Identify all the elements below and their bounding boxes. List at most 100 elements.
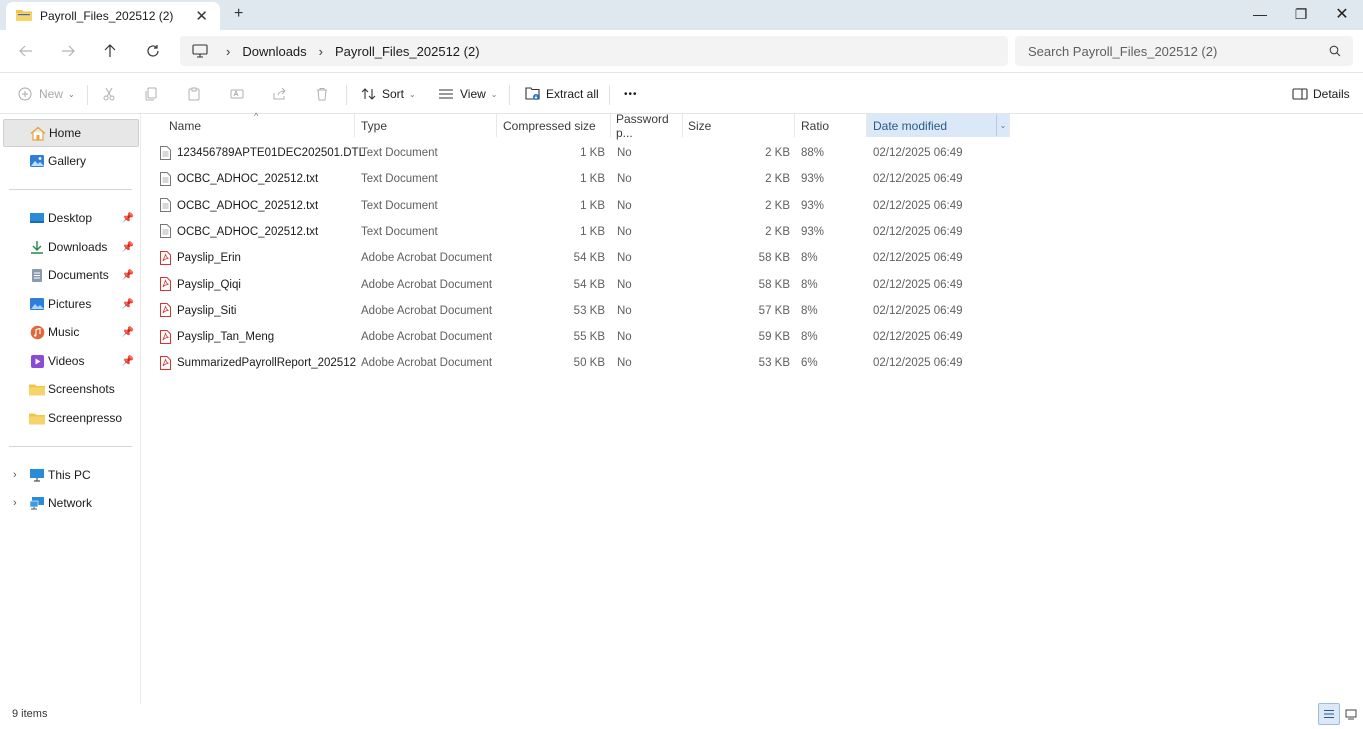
- chevron-right-icon[interactable]: ›: [13, 469, 17, 481]
- column-header-compressed-size[interactable]: Compressed size: [497, 114, 611, 137]
- sidebar-item-music[interactable]: Music 📌: [3, 318, 139, 346]
- column-label: Password p...: [616, 111, 669, 140]
- file-row[interactable]: Payslip_Qiqi Adobe Acrobat Document 54 KB N…: [142, 272, 1363, 298]
- pin-icon[interactable]: 📌: [122, 299, 134, 310]
- paste-button[interactable]: [185, 82, 203, 106]
- delete-button[interactable]: [313, 82, 331, 106]
- computer-icon[interactable]: [192, 44, 208, 58]
- details-view-button[interactable]: [1318, 703, 1340, 725]
- file-name-cell[interactable]: Payslip_Erin: [160, 245, 241, 271]
- file-date-modified: 02/12/2025 06:49: [873, 199, 963, 212]
- divider: [9, 189, 132, 190]
- column-header-type[interactable]: Type: [355, 114, 497, 137]
- file-ratio: 93%: [801, 225, 825, 238]
- close-tab-icon[interactable]: ✕: [195, 7, 208, 25]
- refresh-button[interactable]: [139, 39, 167, 63]
- file-name-cell[interactable]: OCBC_ADHOC_202512.txt: [160, 219, 318, 245]
- rename-button[interactable]: [228, 82, 246, 106]
- sort-icon: [360, 85, 378, 103]
- chevron-down-icon[interactable]: ⌄: [996, 114, 1009, 136]
- sidebar-item-desktop[interactable]: Desktop 📌: [3, 204, 139, 232]
- file-password-protected: No: [617, 252, 632, 265]
- pin-icon[interactable]: 📌: [122, 242, 134, 253]
- breadcrumb-downloads[interactable]: Downloads: [242, 44, 306, 59]
- file-row[interactable]: 123456789APTE01DEC202501.DTL Text Documen…: [142, 140, 1363, 166]
- chevron-right-icon[interactable]: ›: [13, 497, 17, 509]
- file-name-cell[interactable]: SummarizedPayrollReport_202512: [160, 350, 356, 376]
- column-header-date-modified[interactable]: Date modified ⌄: [867, 114, 1010, 137]
- sidebar-item-network[interactable]: › Network: [3, 489, 139, 517]
- pin-icon[interactable]: 📌: [122, 213, 134, 224]
- extract-all-button[interactable]: Extract all: [524, 82, 599, 106]
- file-row[interactable]: Payslip_Erin Adobe Acrobat Document 54 KB N…: [142, 245, 1363, 271]
- sidebar-item-videos[interactable]: Videos 📌: [3, 347, 139, 375]
- file-type: Adobe Acrobat Document: [361, 278, 493, 291]
- file-name: OCBC_ADHOC_202512.txt: [177, 225, 319, 238]
- tab-active[interactable]: Payroll_Files_202512 (2) ✕: [6, 2, 220, 30]
- restore-button[interactable]: ❐: [1280, 0, 1322, 28]
- file-row[interactable]: Payslip_Siti Adobe Acrobat Document 53 KB N…: [142, 298, 1363, 324]
- address-bar[interactable]: › Downloads › Payroll_Files_202512 (2): [180, 36, 1008, 66]
- file-name: Payslip_Qiqi: [177, 278, 241, 291]
- file-name-cell[interactable]: 123456789APTE01DEC202501.DTL: [160, 140, 365, 166]
- details-pane-icon: [1291, 85, 1309, 103]
- search-box[interactable]: Search Payroll_Files_202512 (2): [1015, 36, 1353, 66]
- sort-label: Sort: [382, 87, 405, 101]
- search-input[interactable]: Search Payroll_Files_202512 (2): [1028, 44, 1329, 59]
- back-button[interactable]: [12, 39, 40, 63]
- file-row[interactable]: SummarizedPayrollReport_202512 Adobe Acro…: [142, 350, 1363, 376]
- file-name-cell[interactable]: Payslip_Siti: [160, 298, 236, 324]
- sidebar-item-label: Gallery: [48, 154, 87, 168]
- view-lines-icon: [437, 85, 455, 103]
- file-type: Adobe Acrobat Document: [361, 252, 493, 265]
- pin-icon[interactable]: 📌: [122, 356, 134, 367]
- video-icon: [29, 353, 45, 369]
- file-row[interactable]: OCBC_ADHOC_202512.txt Text Document 1 KB No…: [142, 193, 1363, 219]
- file-compressed-size: 1 KB: [580, 199, 605, 212]
- file-name-cell[interactable]: OCBC_ADHOC_202512.txt: [160, 193, 318, 219]
- sidebar-item-downloads[interactable]: Downloads 📌: [3, 233, 139, 261]
- sidebar-item-this-pc[interactable]: › This PC: [3, 461, 139, 489]
- view-button[interactable]: View ⌄: [437, 82, 498, 106]
- share-button[interactable]: [271, 82, 289, 106]
- large-icons-view-button[interactable]: [1340, 703, 1362, 725]
- copy-button[interactable]: [142, 82, 160, 106]
- file-name-cell[interactable]: Payslip_Qiqi: [160, 272, 241, 298]
- sidebar-item-screenpresso[interactable]: Screenpresso: [3, 404, 139, 432]
- forward-button[interactable]: [54, 39, 82, 63]
- file-ratio: 93%: [801, 199, 825, 212]
- sidebar-item-pictures[interactable]: Pictures 📌: [3, 290, 139, 318]
- file-row[interactable]: OCBC_ADHOC_202512.txt Text Document 1 KB No…: [142, 219, 1363, 245]
- more-options-button[interactable]: •••: [624, 82, 638, 106]
- new-button[interactable]: New ⌄: [16, 82, 75, 106]
- column-header-name[interactable]: ^ Name: [142, 111, 355, 137]
- column-header-password[interactable]: Password p...: [611, 111, 683, 140]
- sidebar-item-label: Desktop: [48, 211, 93, 225]
- file-row[interactable]: OCBC_ADHOC_202512.txt Text Document 1 KB No…: [142, 166, 1363, 192]
- new-tab-button[interactable]: +: [234, 5, 243, 23]
- pin-icon[interactable]: 📌: [122, 270, 134, 281]
- column-header-size[interactable]: Size: [683, 114, 795, 137]
- file-size: 59 KB: [758, 331, 790, 344]
- file-compressed-size: 53 KB: [573, 304, 605, 317]
- up-button[interactable]: [96, 39, 124, 63]
- file-name: OCBC_ADHOC_202512.txt: [177, 173, 319, 186]
- breadcrumb-current-folder[interactable]: Payroll_Files_202512 (2): [335, 44, 480, 59]
- file-date-modified: 02/12/2025 06:49: [873, 252, 963, 265]
- file-size: 2 KB: [765, 225, 790, 238]
- close-window-button[interactable]: ✕: [1321, 0, 1363, 28]
- sort-ascending-icon: ^: [254, 111, 259, 121]
- sidebar-item-gallery[interactable]: Gallery: [3, 147, 139, 175]
- sidebar-item-home[interactable]: Home: [3, 119, 139, 147]
- file-name-cell[interactable]: Payslip_Tan_Meng: [160, 324, 274, 350]
- sidebar-item-documents[interactable]: Documents 📌: [3, 261, 139, 289]
- sort-button[interactable]: Sort ⌄: [360, 82, 416, 106]
- details-pane-button[interactable]: Details: [1291, 82, 1350, 106]
- column-header-ratio[interactable]: Ratio: [795, 114, 867, 137]
- file-name-cell[interactable]: OCBC_ADHOC_202512.txt: [160, 166, 318, 192]
- cut-button[interactable]: [100, 82, 118, 106]
- pin-icon[interactable]: 📌: [122, 327, 134, 338]
- minimize-button[interactable]: —: [1239, 0, 1281, 28]
- file-row[interactable]: Payslip_Tan_Meng Adobe Acrobat Document 55…: [142, 324, 1363, 350]
- sidebar-item-screenshots[interactable]: Screenshots: [3, 375, 139, 403]
